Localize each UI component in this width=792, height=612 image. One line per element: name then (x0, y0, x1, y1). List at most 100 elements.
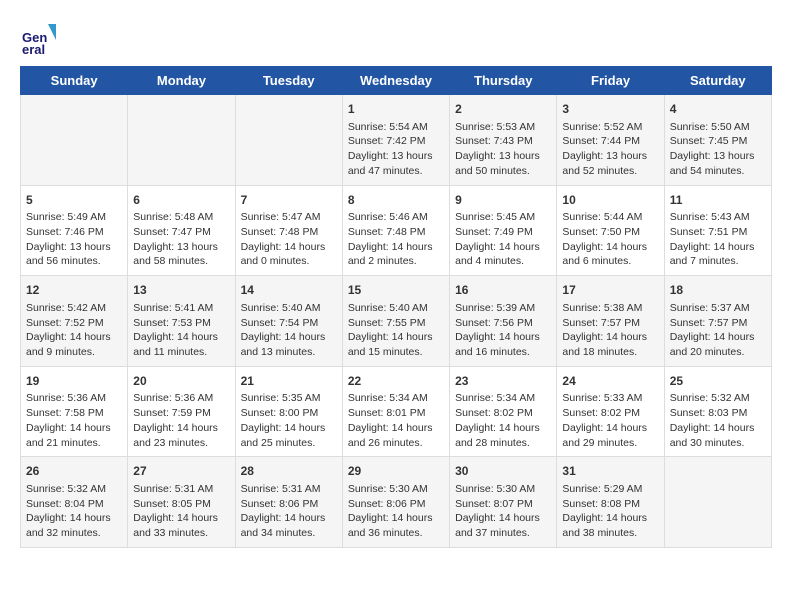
calendar-cell: 25Sunrise: 5:32 AMSunset: 8:03 PMDayligh… (664, 366, 771, 457)
day-info-line: and 34 minutes. (241, 526, 337, 541)
day-info-line: Daylight: 14 hours (133, 421, 229, 436)
calendar-cell: 31Sunrise: 5:29 AMSunset: 8:08 PMDayligh… (557, 457, 664, 548)
day-info-line: Sunset: 7:53 PM (133, 316, 229, 331)
day-info-line: Daylight: 13 hours (562, 149, 658, 164)
day-info-line: and 33 minutes. (133, 526, 229, 541)
day-number: 22 (348, 373, 444, 390)
day-info-line: and 6 minutes. (562, 254, 658, 269)
day-number: 10 (562, 192, 658, 209)
calendar-cell: 20Sunrise: 5:36 AMSunset: 7:59 PMDayligh… (128, 366, 235, 457)
day-info-line: Sunrise: 5:53 AM (455, 120, 551, 135)
day-info-line: and 9 minutes. (26, 345, 122, 360)
day-number: 13 (133, 282, 229, 299)
day-info-line: Sunset: 7:57 PM (562, 316, 658, 331)
day-info-line: and 23 minutes. (133, 436, 229, 451)
day-info-line: Sunrise: 5:40 AM (241, 301, 337, 316)
day-info-line: and 2 minutes. (348, 254, 444, 269)
day-info-line: and 36 minutes. (348, 526, 444, 541)
day-info-line: and 15 minutes. (348, 345, 444, 360)
calendar-cell: 21Sunrise: 5:35 AMSunset: 8:00 PMDayligh… (235, 366, 342, 457)
day-number: 2 (455, 101, 551, 118)
day-info-line: Daylight: 13 hours (133, 240, 229, 255)
day-info-line: Daylight: 13 hours (348, 149, 444, 164)
day-info-line: Sunset: 8:02 PM (562, 406, 658, 421)
day-info-line: Sunrise: 5:50 AM (670, 120, 766, 135)
calendar-cell: 19Sunrise: 5:36 AMSunset: 7:58 PMDayligh… (21, 366, 128, 457)
calendar-cell (664, 457, 771, 548)
day-info-line: Sunrise: 5:46 AM (348, 210, 444, 225)
day-info-line: Sunset: 8:07 PM (455, 497, 551, 512)
calendar-cell: 2 Sunrise: 5:53 AMSunset: 7:43 PMDaylight… (450, 95, 557, 186)
calendar-week-3: 12Sunrise: 5:42 AMSunset: 7:52 PMDayligh… (21, 276, 772, 367)
day-info-line: Daylight: 14 hours (241, 421, 337, 436)
day-info-line: Sunrise: 5:54 AM (348, 120, 444, 135)
day-info-line: Sunrise: 5:39 AM (455, 301, 551, 316)
day-info-line: Sunrise: 5:32 AM (26, 482, 122, 497)
day-info-line: Sunset: 7:43 PM (455, 134, 551, 149)
day-number: 21 (241, 373, 337, 390)
day-number: 7 (241, 192, 337, 209)
day-number: 30 (455, 463, 551, 480)
calendar-cell: 28Sunrise: 5:31 AMSunset: 8:06 PMDayligh… (235, 457, 342, 548)
day-info-line: Daylight: 14 hours (241, 240, 337, 255)
day-info-line: and 54 minutes. (670, 164, 766, 179)
day-info-line: Daylight: 14 hours (348, 421, 444, 436)
day-info-line: and 20 minutes. (670, 345, 766, 360)
calendar-cell: 14Sunrise: 5:40 AMSunset: 7:54 PMDayligh… (235, 276, 342, 367)
day-info-line: Sunset: 8:01 PM (348, 406, 444, 421)
calendar-cell: 29Sunrise: 5:30 AMSunset: 8:06 PMDayligh… (342, 457, 449, 548)
day-info-line: Sunrise: 5:37 AM (670, 301, 766, 316)
day-info-line: Sunset: 7:42 PM (348, 134, 444, 149)
calendar-cell: 9Sunrise: 5:45 AMSunset: 7:49 PMDaylight… (450, 185, 557, 276)
col-header-sunday: Sunday (21, 67, 128, 95)
day-number: 9 (455, 192, 551, 209)
day-info-line: Daylight: 13 hours (26, 240, 122, 255)
day-info-line: Sunrise: 5:33 AM (562, 391, 658, 406)
day-info-line: Daylight: 14 hours (562, 511, 658, 526)
day-info-line: and 58 minutes. (133, 254, 229, 269)
day-info-line: and 38 minutes. (562, 526, 658, 541)
calendar-week-4: 19Sunrise: 5:36 AMSunset: 7:58 PMDayligh… (21, 366, 772, 457)
day-info-line: Sunset: 7:52 PM (26, 316, 122, 331)
day-info-line: Sunset: 7:44 PM (562, 134, 658, 149)
calendar-cell: 12Sunrise: 5:42 AMSunset: 7:52 PMDayligh… (21, 276, 128, 367)
calendar-cell: 11Sunrise: 5:43 AMSunset: 7:51 PMDayligh… (664, 185, 771, 276)
day-info-line: Sunrise: 5:36 AM (133, 391, 229, 406)
day-info-line: Daylight: 14 hours (670, 240, 766, 255)
day-info-line: Sunrise: 5:31 AM (133, 482, 229, 497)
day-info-line: Daylight: 14 hours (455, 330, 551, 345)
day-info-line: Sunset: 8:05 PM (133, 497, 229, 512)
day-info-line: Sunrise: 5:30 AM (348, 482, 444, 497)
day-info-line: and 18 minutes. (562, 345, 658, 360)
day-info-line: and 7 minutes. (670, 254, 766, 269)
day-number: 24 (562, 373, 658, 390)
col-header-tuesday: Tuesday (235, 67, 342, 95)
day-info-line: Daylight: 13 hours (455, 149, 551, 164)
day-info-line: Daylight: 13 hours (670, 149, 766, 164)
day-info-line: Sunrise: 5:52 AM (562, 120, 658, 135)
day-number: 14 (241, 282, 337, 299)
day-info-line: and 56 minutes. (26, 254, 122, 269)
day-info-line: Sunset: 8:06 PM (241, 497, 337, 512)
day-info-line: Sunset: 8:06 PM (348, 497, 444, 512)
day-info-line: Sunset: 8:00 PM (241, 406, 337, 421)
day-info-line: and 32 minutes. (26, 526, 122, 541)
day-info-line: Daylight: 14 hours (133, 511, 229, 526)
day-info-line: Sunrise: 5:43 AM (670, 210, 766, 225)
day-info-line: Sunset: 8:02 PM (455, 406, 551, 421)
calendar-cell: 8Sunrise: 5:46 AMSunset: 7:48 PMDaylight… (342, 185, 449, 276)
day-number: 17 (562, 282, 658, 299)
day-info-line: Sunrise: 5:40 AM (348, 301, 444, 316)
day-info-line: Sunset: 7:58 PM (26, 406, 122, 421)
calendar-cell: 17Sunrise: 5:38 AMSunset: 7:57 PMDayligh… (557, 276, 664, 367)
day-number: 6 (133, 192, 229, 209)
day-number: 15 (348, 282, 444, 299)
day-info-line: and 47 minutes. (348, 164, 444, 179)
day-info-line: Sunrise: 5:34 AM (455, 391, 551, 406)
day-info-line: Sunset: 7:59 PM (133, 406, 229, 421)
day-info-line: and 30 minutes. (670, 436, 766, 451)
calendar-cell: 16Sunrise: 5:39 AMSunset: 7:56 PMDayligh… (450, 276, 557, 367)
day-info-line: and 28 minutes. (455, 436, 551, 451)
day-info-line: and 21 minutes. (26, 436, 122, 451)
day-number: 20 (133, 373, 229, 390)
